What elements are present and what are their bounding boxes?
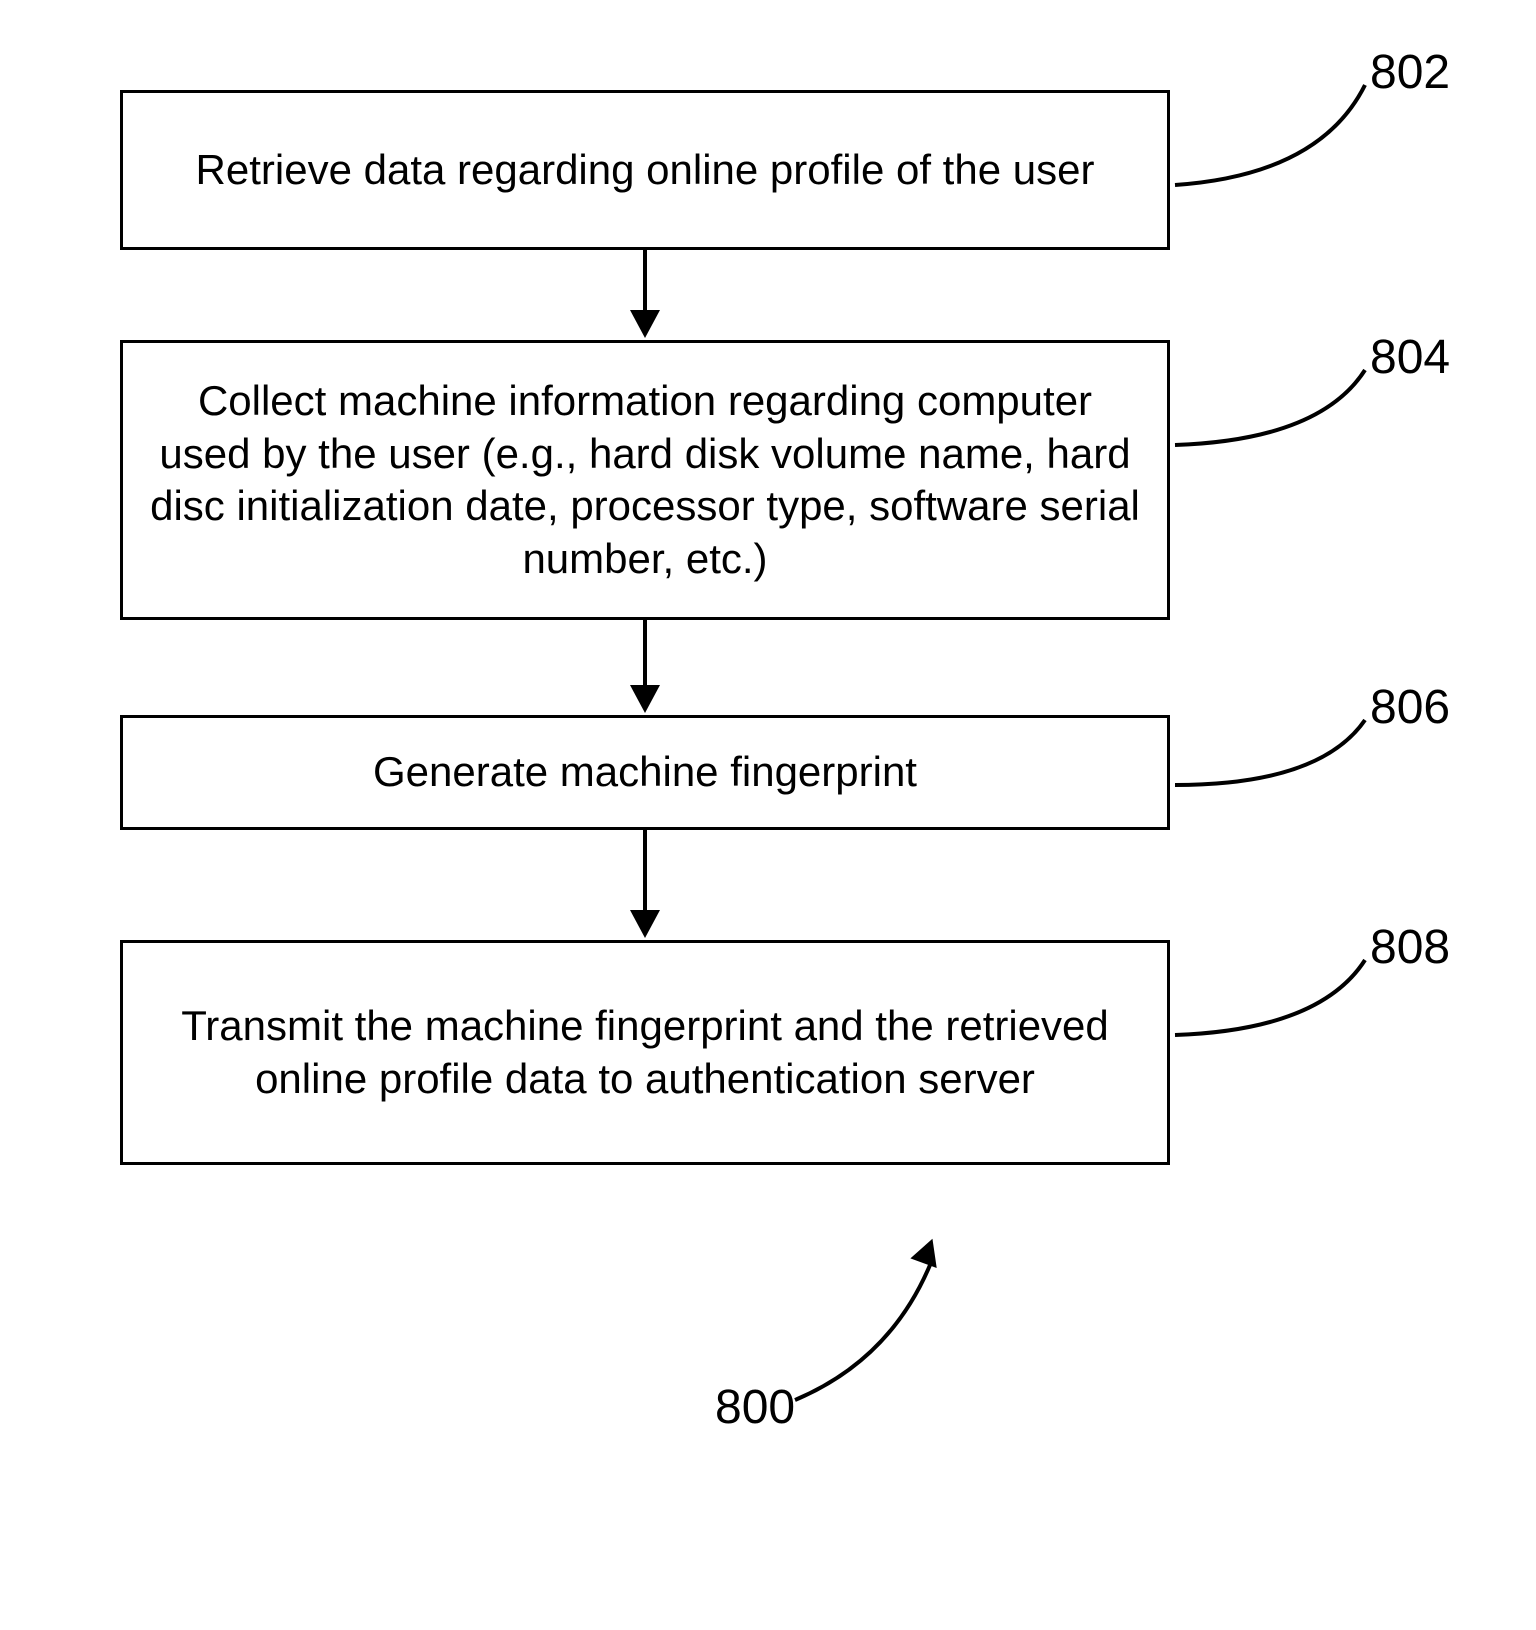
step-box-802: Retrieve data regarding online profile o… (120, 90, 1170, 250)
arrow-806-808 (643, 830, 647, 915)
step-text-806: Generate machine fingerprint (373, 746, 917, 799)
step-text-802: Retrieve data regarding online profile o… (196, 144, 1095, 197)
step-label-808: 808 (1370, 920, 1450, 975)
step-box-808: Transmit the machine fingerprint and the… (120, 940, 1170, 1165)
step-box-806: Generate machine fingerprint (120, 715, 1170, 830)
arrow-804-806 (643, 620, 647, 690)
arrow-802-804 (643, 250, 647, 315)
arrowhead-802-804 (630, 310, 660, 338)
leader-800 (770, 1250, 950, 1400)
step-label-802: 802 (1370, 45, 1450, 100)
flowchart-diagram: Retrieve data regarding online profile o… (0, 0, 1536, 1630)
leader-804 (1170, 340, 1380, 460)
step-box-804: Collect machine information regarding co… (120, 340, 1170, 620)
step-label-804: 804 (1370, 330, 1450, 385)
step-text-808: Transmit the machine fingerprint and the… (149, 1000, 1141, 1105)
step-label-806: 806 (1370, 680, 1450, 735)
arrowhead-806-808 (630, 910, 660, 938)
step-text-804: Collect machine information regarding co… (149, 375, 1141, 585)
leader-802 (1170, 55, 1380, 195)
leader-806 (1170, 690, 1380, 800)
leader-808 (1170, 930, 1380, 1050)
arrowhead-804-806 (630, 685, 660, 713)
